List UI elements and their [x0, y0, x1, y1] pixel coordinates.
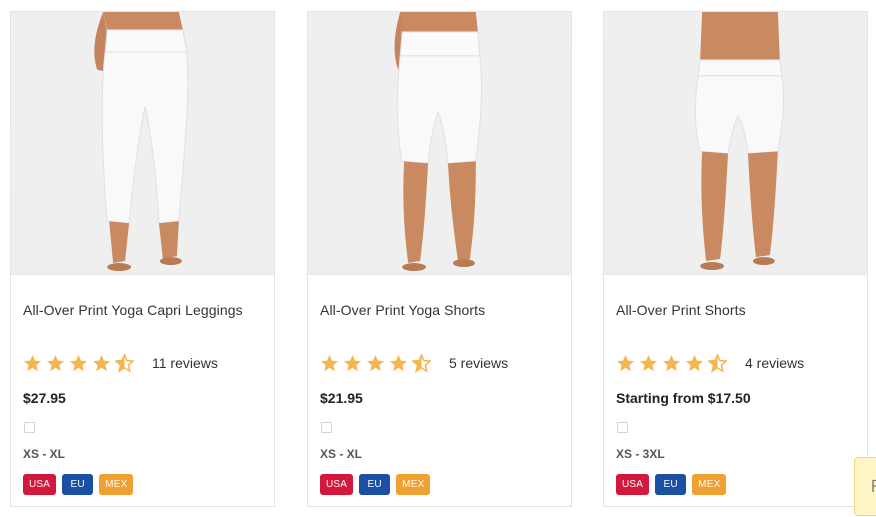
region-badge-mex: MEX: [396, 474, 431, 495]
product-image[interactable]: [308, 12, 571, 275]
star-icon: [343, 354, 362, 371]
star-icon: [366, 354, 385, 371]
region-badges: USA EU MEX: [23, 474, 134, 495]
star-icon: [46, 354, 65, 371]
color-swatch-checkbox[interactable]: [617, 422, 628, 433]
region-badge-usa: USA: [320, 474, 354, 495]
review-count[interactable]: 11 reviews: [152, 355, 218, 371]
product-image[interactable]: [11, 12, 274, 275]
product-price: $27.95: [23, 390, 66, 406]
product-card[interactable]: All-Over Print Shorts 4 reviews Starting…: [603, 11, 868, 507]
product-rating: 4 reviews: [616, 352, 804, 374]
product-card[interactable]: All-Over Print Yoga Shorts 5 reviews $21…: [307, 11, 572, 507]
star-rating: [320, 353, 431, 373]
region-badge-mex: MEX: [692, 474, 727, 495]
product-price: $21.95: [320, 390, 363, 406]
yoga-shorts-image: [308, 12, 571, 274]
star-icon: [662, 354, 681, 371]
product-image[interactable]: [604, 12, 867, 275]
review-count[interactable]: 4 reviews: [745, 355, 804, 371]
product-rating: 5 reviews: [320, 352, 508, 374]
shorts-image: [604, 12, 867, 274]
capri-leggings-image: [11, 12, 274, 274]
product-card[interactable]: All-Over Print Yoga Capri Leggings 11 re…: [10, 11, 275, 507]
star-icon: [320, 354, 339, 371]
region-badge-eu: EU: [359, 474, 391, 495]
region-badge-eu: EU: [62, 474, 94, 495]
star-icon: [69, 354, 88, 371]
product-title[interactable]: All-Over Print Yoga Capri Leggings: [23, 302, 243, 318]
color-swatch-checkbox[interactable]: [321, 422, 332, 433]
star-rating: [616, 353, 727, 373]
star-icon: [639, 354, 658, 371]
star-icon: [389, 354, 408, 371]
product-title[interactable]: All-Over Print Shorts: [616, 302, 746, 318]
star-icon: [685, 354, 704, 371]
size-range: XS - XL: [320, 447, 363, 461]
star-rating: [23, 353, 134, 373]
star-icon: [616, 354, 635, 371]
half-star-icon: [412, 353, 431, 373]
region-badge-eu: EU: [655, 474, 687, 495]
region-badges: USA EU MEX: [616, 474, 727, 495]
product-price: Starting from $17.50: [616, 390, 751, 406]
product-rating: 11 reviews: [23, 352, 218, 374]
region-badges: USA EU MEX: [320, 474, 431, 495]
star-icon: [23, 354, 42, 371]
star-icon: [92, 354, 111, 371]
half-star-icon: [115, 353, 134, 373]
flag-icon: [872, 479, 876, 492]
region-badge-usa: USA: [23, 474, 57, 495]
region-badge-usa: USA: [616, 474, 650, 495]
region-badge-mex: MEX: [99, 474, 134, 495]
product-title[interactable]: All-Over Print Yoga Shorts: [320, 302, 485, 318]
review-count[interactable]: 5 reviews: [449, 355, 508, 371]
half-star-icon: [708, 353, 727, 373]
size-range: XS - XL: [23, 447, 66, 461]
feedback-tab[interactable]: [854, 457, 876, 516]
color-swatch-checkbox[interactable]: [24, 422, 35, 433]
size-range: XS - 3XL: [616, 447, 665, 461]
